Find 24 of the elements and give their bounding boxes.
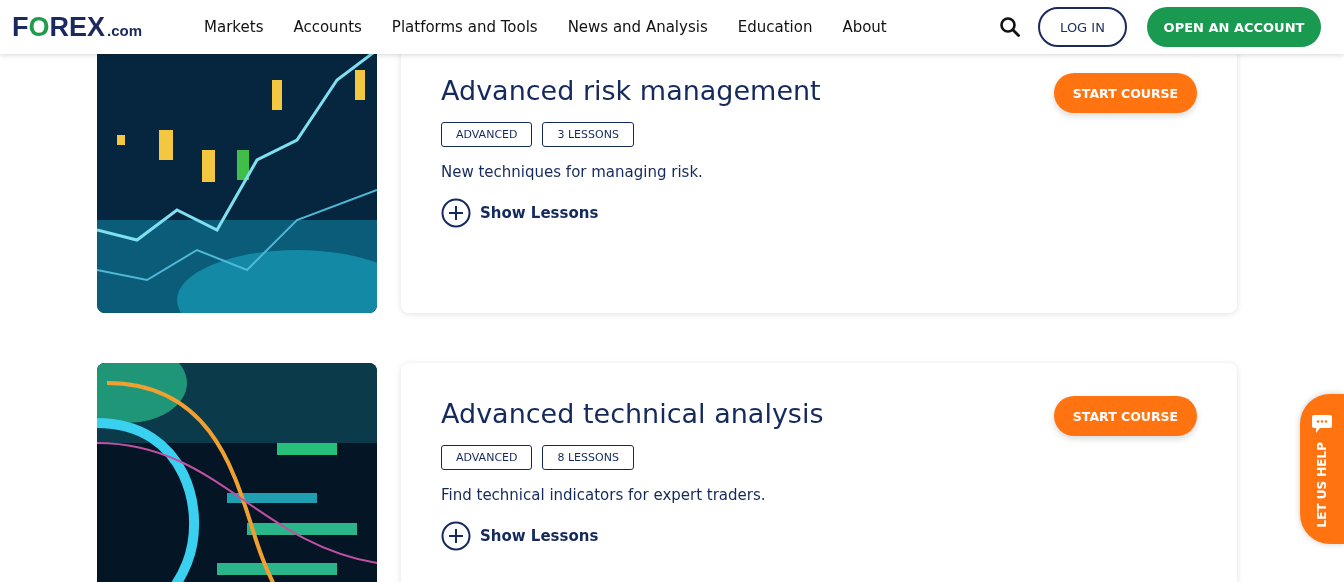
- forex-logo[interactable]: FOREX.com: [12, 11, 143, 43]
- nav-link[interactable]: Platforms and Tools: [391, 18, 538, 36]
- search-icon[interactable]: [999, 16, 1021, 38]
- plus-circle-icon: [441, 198, 471, 228]
- open-account-button[interactable]: OPEN AN ACCOUNT: [1147, 7, 1321, 47]
- course-tag: 3 LESSONS: [542, 122, 634, 147]
- show-lessons-link[interactable]: Show Lessons: [441, 198, 821, 228]
- course-description: New techniques for managing risk.: [441, 163, 704, 181]
- course-title: Advanced risk management: [441, 74, 821, 108]
- help-label: LET US HELP: [1315, 442, 1329, 528]
- login-button[interactable]: LOG IN: [1038, 7, 1127, 47]
- nav-link[interactable]: Accounts: [293, 18, 362, 36]
- show-lessons-link[interactable]: Show Lessons: [441, 521, 824, 551]
- course-tag: 8 LESSONS: [542, 445, 634, 470]
- nav-link[interactable]: Education: [737, 18, 813, 36]
- nav-link[interactable]: Markets: [204, 18, 264, 36]
- nav-link[interactable]: News and Analysis: [567, 18, 708, 36]
- course-tag: ADVANCED: [441, 122, 533, 147]
- chat-icon: [1311, 414, 1333, 434]
- nav-link[interactable]: About: [842, 18, 887, 36]
- course-title: Advanced technical analysis: [441, 397, 824, 431]
- course-description: Find technical indicators for expert traders.: [441, 486, 767, 504]
- course-tag: ADVANCED: [441, 445, 533, 470]
- plus-circle-icon: [441, 521, 471, 551]
